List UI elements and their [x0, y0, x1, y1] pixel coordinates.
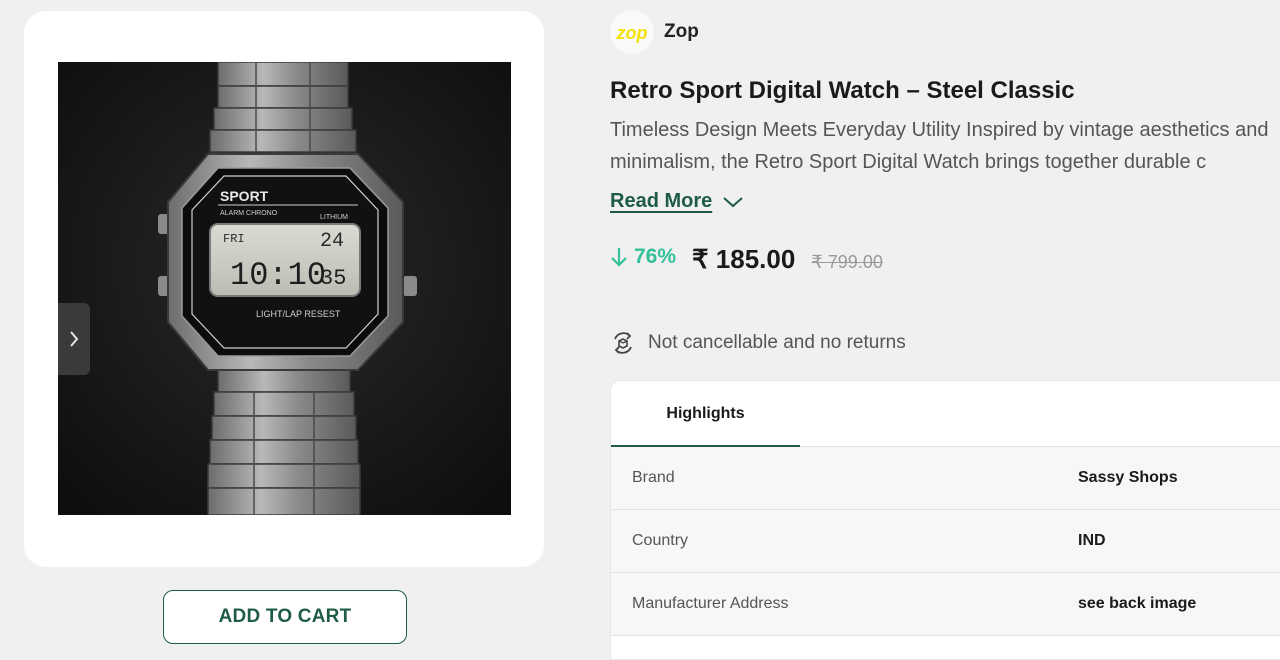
spec-value: Sassy Shops: [1078, 469, 1178, 486]
watch-brand-text: SPORT: [220, 188, 269, 204]
product-image[interactable]: SPORT ALARM CHRONO LITHIUM FRI 24 10:10 …: [58, 62, 511, 515]
svg-text:zop: zop: [616, 23, 648, 43]
spec-key: Brand: [632, 469, 675, 486]
active-tab-indicator: [611, 445, 800, 447]
description-line: Timeless Design Meets Everyday Utility I…: [610, 119, 1269, 141]
spec-key: Manufacturer Address: [632, 595, 789, 612]
selling-price: ₹ 185.00: [692, 244, 796, 274]
chevron-right-icon: [70, 331, 79, 347]
add-to-cart-button[interactable]: ADD TO CART: [163, 590, 407, 644]
specs-panel: Highlights Brand Sassy Shops Country IND…: [610, 380, 1280, 660]
watch-battery-text: LITHIUM: [320, 214, 348, 221]
discount-percent: 76%: [634, 245, 677, 268]
tab-bar: Highlights: [611, 381, 1280, 447]
chevron-down-icon: [723, 196, 743, 207]
seller-info[interactable]: zop Zop: [610, 10, 699, 54]
policy-text: Not cancellable and no returns: [648, 332, 906, 353]
no-return-icon: [614, 332, 632, 354]
spec-row-brand: Brand Sassy Shops: [611, 447, 1280, 510]
arrow-down-icon: [611, 248, 627, 267]
zop-logo-icon: zop: [613, 13, 651, 51]
watch-subtitle-text: ALARM CHRONO: [220, 210, 278, 217]
return-policy: Not cancellable and no returns: [610, 330, 906, 356]
watch-time-text: 10:10: [230, 257, 326, 294]
watch-button-label: LIGHT/LAP RESEST: [256, 309, 341, 319]
seller-logo: zop: [610, 10, 654, 54]
spec-row-country: Country IND: [611, 510, 1280, 573]
product-image-card: SPORT ALARM CHRONO LITHIUM FRI 24 10:10 …: [24, 11, 544, 567]
tab-highlights[interactable]: Highlights: [611, 381, 800, 447]
read-more-toggle[interactable]: Read More: [610, 190, 744, 213]
spec-key: Country: [632, 532, 689, 549]
product-description: Timeless Design Meets Everyday Utility I…: [610, 114, 1280, 178]
spec-row-manufacturer-address: Manufacturer Address see back image: [611, 573, 1280, 636]
read-more-label: Read More: [610, 190, 713, 212]
watch-day-text: FRI: [223, 232, 245, 246]
watch-seconds-text: 35: [320, 266, 346, 291]
watch-date-text: 24: [320, 230, 344, 253]
seller-name: Zop: [664, 21, 699, 42]
original-price: ₹ 799.00: [811, 252, 883, 272]
product-title: Retro Sport Digital Watch – Steel Classi…: [610, 77, 1075, 104]
spec-value: IND: [1078, 532, 1106, 549]
spec-value: see back image: [1078, 595, 1197, 612]
price-row: 76% ₹ 185.00 ₹ 799.00: [610, 244, 883, 275]
description-line: minimalism, the Retro Sport Digital Watc…: [610, 151, 1207, 173]
next-image-button[interactable]: [58, 303, 90, 375]
discount-badge: 76%: [610, 245, 676, 269]
watch-illustration: SPORT ALARM CHRONO LITHIUM FRI 24 10:10 …: [58, 62, 511, 515]
